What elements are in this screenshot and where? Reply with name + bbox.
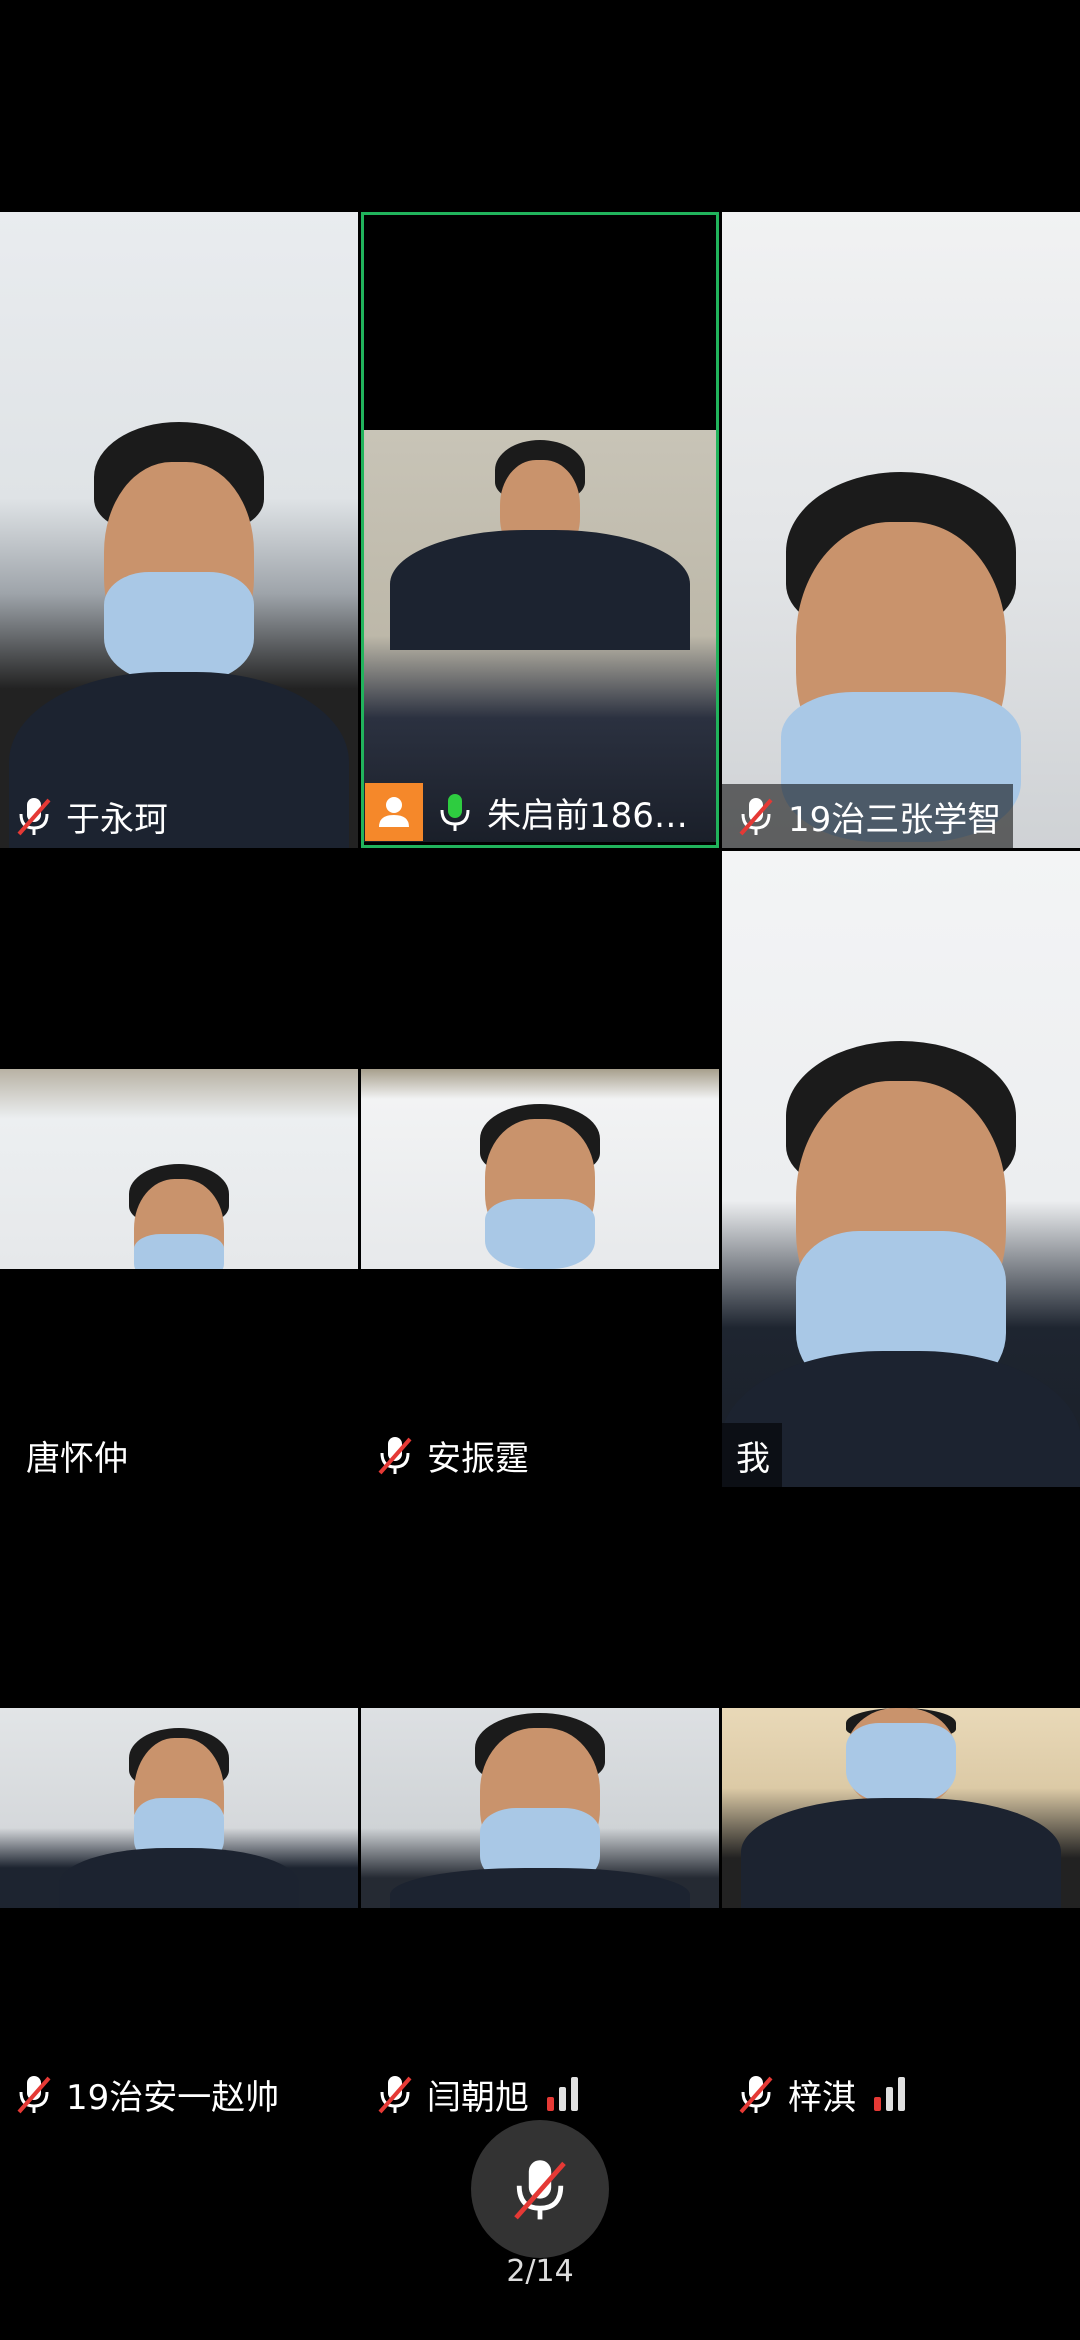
participant-label: 梓淇 xyxy=(722,2062,917,2126)
mic-muted-icon xyxy=(514,2160,566,2220)
participant-tile-8[interactable]: 闫朝旭 xyxy=(361,1490,719,2126)
participant-name: 闫朝旭 xyxy=(427,2077,529,2118)
video-feed xyxy=(361,1069,719,1269)
avatar-icon xyxy=(365,783,423,841)
signal-weak-icon xyxy=(547,2077,578,2111)
participant-name: 19治安一赵帅 xyxy=(66,2077,280,2118)
participant-label: 19治三张学智 xyxy=(722,784,1014,848)
participant-label: 19治安一赵帅 xyxy=(0,2062,291,2126)
participant-name: 梓淇 xyxy=(788,2077,856,2118)
participant-tile-9[interactable]: 梓淇 xyxy=(722,1490,1080,2126)
participant-tile-1[interactable]: 于永珂 xyxy=(0,212,358,848)
participant-label: 闫朝旭 xyxy=(361,2062,590,2126)
participant-name: 朱启前186… xyxy=(487,795,688,836)
participant-label: 唐怀仲 xyxy=(0,1423,140,1487)
participant-label: 于永珂 xyxy=(0,784,180,848)
participant-name: 唐怀仲 xyxy=(26,1438,128,1479)
participant-tile-5[interactable]: 安振霆 xyxy=(361,851,719,1487)
participant-label: 安振霆 xyxy=(361,1423,541,1487)
mic-muted-icon xyxy=(378,2076,412,2114)
participant-label: 我 xyxy=(722,1423,782,1487)
participant-name: 安振霆 xyxy=(427,1438,529,1479)
participant-tile-4[interactable]: 唐怀仲 xyxy=(0,851,358,1487)
video-feed xyxy=(0,212,358,848)
video-feed xyxy=(0,1069,358,1269)
video-feed xyxy=(722,851,1080,1487)
mic-muted-icon xyxy=(17,2076,51,2114)
participant-tile-2[interactable]: 朱启前186… xyxy=(361,212,719,848)
active-speaker-border xyxy=(361,212,719,848)
video-feed xyxy=(722,212,1080,848)
page-indicator: 2/14 xyxy=(506,2254,574,2289)
mic-muted-icon xyxy=(17,798,51,836)
participant-name: 19治三张学智 xyxy=(788,799,1002,840)
mic-muted-icon xyxy=(739,2076,773,2114)
signal-weak-icon xyxy=(874,2077,905,2111)
participant-tile-7[interactable]: 19治安一赵帅 xyxy=(0,1490,358,2126)
video-feed xyxy=(722,1708,1080,1908)
participant-label: 朱启前186… xyxy=(365,780,700,844)
participant-tile-3[interactable]: 19治三张学智 xyxy=(722,212,1080,848)
participant-name: 于永珂 xyxy=(66,799,168,840)
mic-muted-icon xyxy=(378,1437,412,1475)
mic-muted-icon xyxy=(739,798,773,836)
mute-toggle-button[interactable] xyxy=(471,2120,609,2258)
participant-tile-6-self[interactable]: 我 xyxy=(722,851,1080,1487)
participant-name: 我 xyxy=(736,1438,770,1479)
mic-on-icon xyxy=(440,794,470,831)
video-feed xyxy=(361,1708,719,1908)
video-feed xyxy=(0,1708,358,1908)
